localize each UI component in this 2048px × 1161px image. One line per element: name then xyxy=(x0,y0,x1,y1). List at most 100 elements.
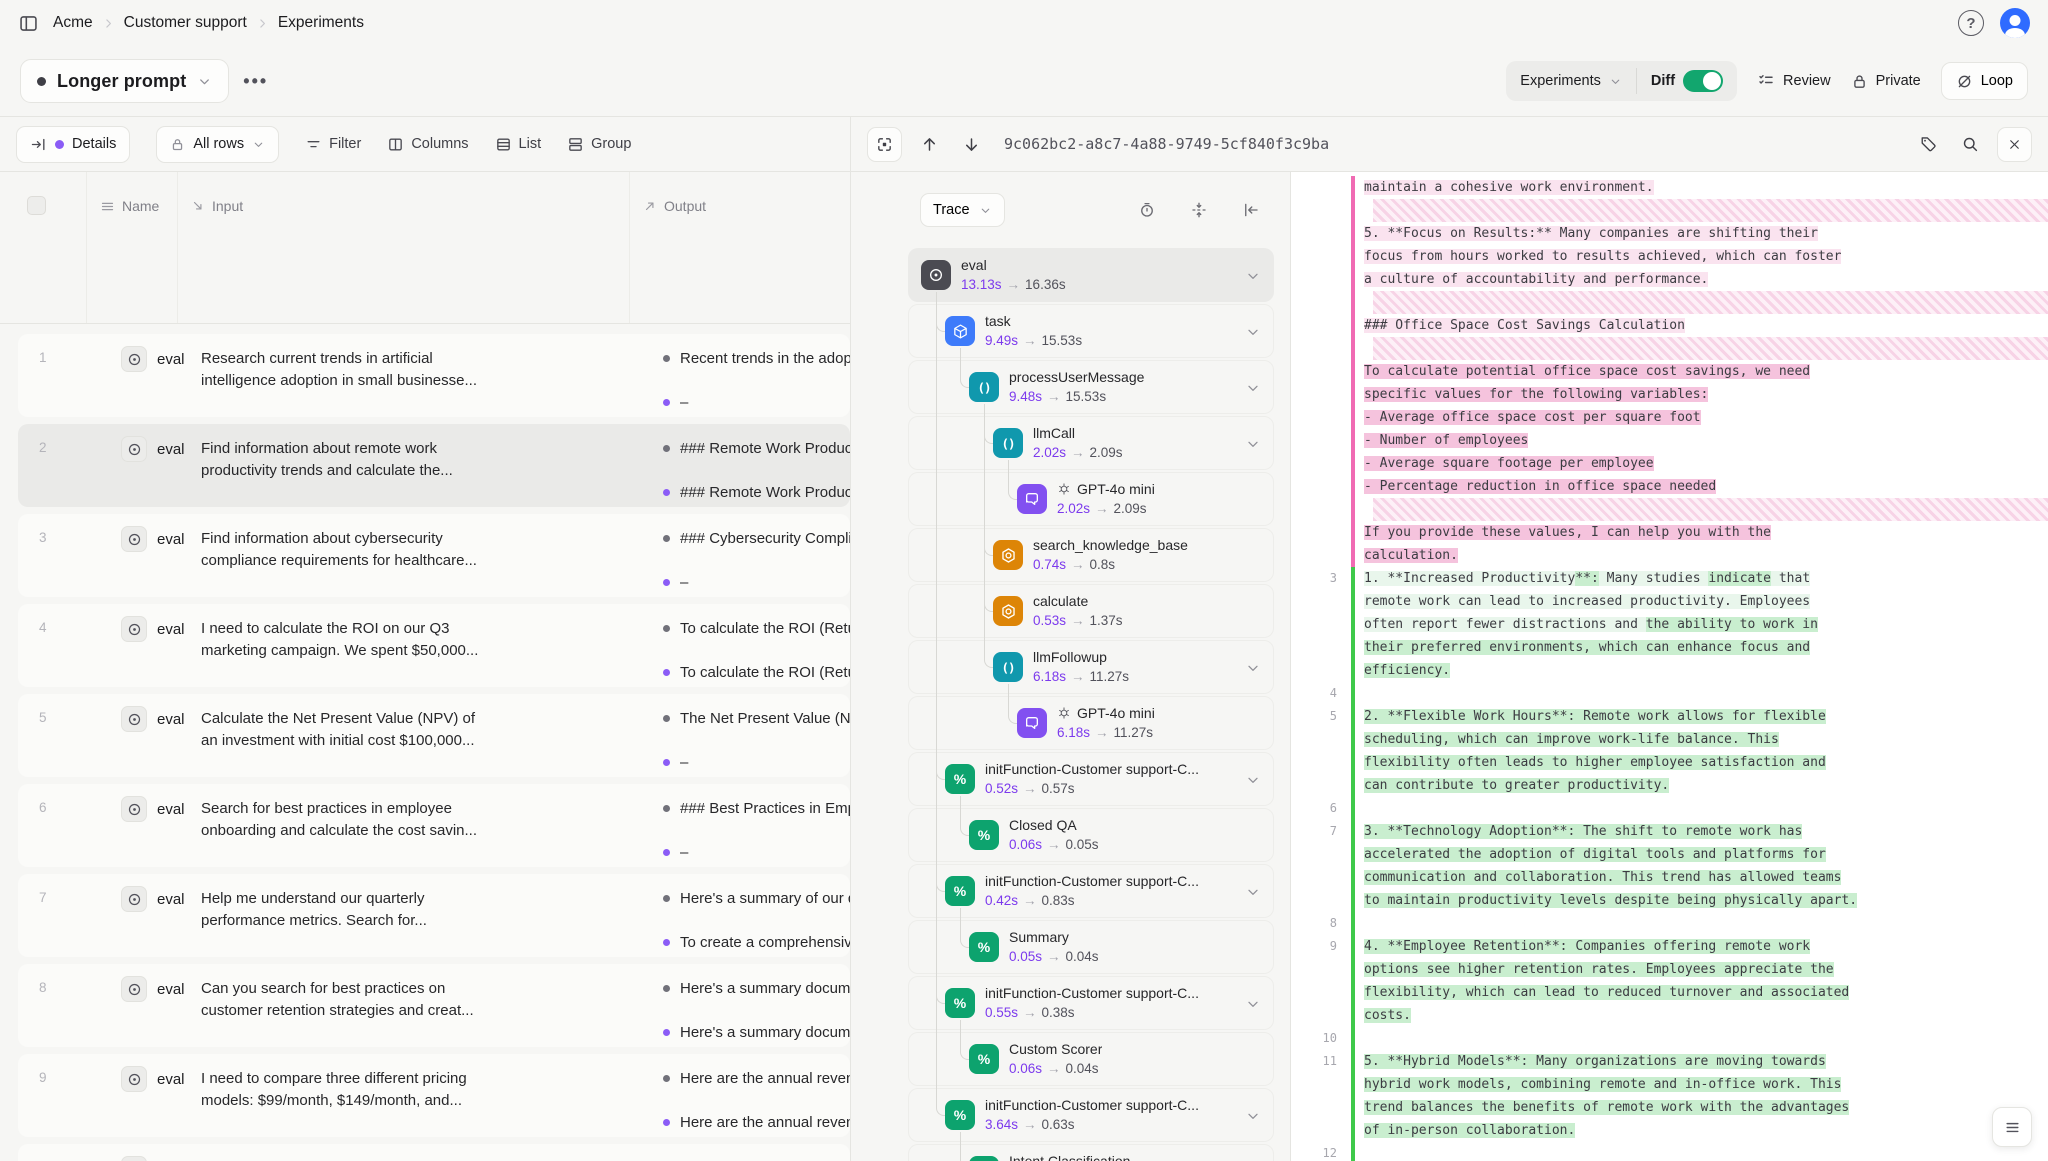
chevron-down-icon[interactable] xyxy=(1245,660,1261,676)
table-row[interactable]: 7evalHelp me understand our quarterly pe… xyxy=(18,874,850,957)
line-number xyxy=(1291,406,1351,429)
diff-text: their preferred environments, which can … xyxy=(1355,636,2048,659)
sidebar-toggle-icon[interactable] xyxy=(18,13,39,34)
table-row[interactable]: 9evalI need to compare three different p… xyxy=(18,1054,850,1137)
line-number xyxy=(1291,498,1351,521)
trace-span-gpt-4o-mini[interactable]: GPT-4o mini6.18s→11.27s xyxy=(908,696,1274,750)
list-button[interactable]: List xyxy=(495,136,542,153)
trace-span-processusermessage[interactable]: ()processUserMessage9.48s→15.53s xyxy=(908,360,1274,414)
eval-span-icon xyxy=(121,1156,147,1161)
span-name: llmFollowup xyxy=(1033,649,1107,665)
row-name: eval xyxy=(157,531,185,548)
trace-span-initfunction-customer-support-c-[interactable]: %initFunction-Customer support-C...3.64s… xyxy=(908,1088,1274,1142)
collapse-panel-left-icon[interactable] xyxy=(1236,195,1266,225)
chevron-down-icon[interactable] xyxy=(1245,268,1261,284)
collapse-all-icon[interactable] xyxy=(1184,195,1214,225)
search-button[interactable] xyxy=(1955,129,1985,159)
table-row[interactable]: 8evalCan you search for best practices o… xyxy=(18,964,850,1047)
chevron-down-icon[interactable] xyxy=(1245,996,1261,1012)
expand-button[interactable] xyxy=(867,127,902,162)
trace-span-closed-qa[interactable]: %Closed QA0.06s→0.05s xyxy=(908,808,1274,862)
group-button[interactable]: Group xyxy=(567,136,631,153)
more-actions-button[interactable]: ••• xyxy=(243,71,268,92)
breadcrumb-org[interactable]: Acme xyxy=(53,14,93,32)
trace-span-llmfollowup[interactable]: ()llmFollowup6.18s→11.27s xyxy=(908,640,1274,694)
diff-removed-line: focus from hours worked to results achie… xyxy=(1291,245,2048,268)
table-row[interactable]: 2evalFind information about remote work … xyxy=(18,424,850,507)
trace-span-custom-scorer[interactable]: %Custom Scorer0.06s→0.04s xyxy=(908,1032,1274,1086)
bullet-icon xyxy=(663,849,670,856)
diff-toggle[interactable] xyxy=(1683,70,1723,92)
output-line-2: – xyxy=(663,844,850,861)
chevron-down-icon[interactable] xyxy=(1245,772,1261,788)
span-duration: 0.06s→0.04s xyxy=(1009,1061,1099,1076)
column-header-input[interactable]: Input xyxy=(191,198,243,214)
columns-icon xyxy=(387,136,404,153)
trace-span-initfunction-customer-support-c-[interactable]: %initFunction-Customer support-C...0.42s… xyxy=(908,864,1274,918)
trace-span-summary[interactable]: %Summary0.05s→0.04s xyxy=(908,920,1274,974)
line-number xyxy=(1291,981,1351,1004)
trace-view-selector[interactable]: Trace xyxy=(920,193,1005,227)
trace-span-initfunction-customer-support-c-[interactable]: %initFunction-Customer support-C...0.52s… xyxy=(908,752,1274,806)
trace-span-task[interactable]: task9.49s→15.53s xyxy=(908,304,1274,358)
breadcrumb-project[interactable]: Customer support xyxy=(124,14,247,32)
diff-text xyxy=(1355,498,2048,521)
column-output-label: Output xyxy=(664,198,706,214)
review-button[interactable]: Review xyxy=(1757,72,1831,90)
row-number: 6 xyxy=(39,800,47,815)
table-row[interactable]: 3evalFind information about cybersecurit… xyxy=(18,514,850,597)
chevron-down-icon[interactable] xyxy=(1245,884,1261,900)
select-all-checkbox[interactable] xyxy=(27,196,46,215)
loop-button[interactable]: Loop xyxy=(1941,62,2028,100)
close-button[interactable] xyxy=(1997,127,2032,162)
row-number: 8 xyxy=(39,980,47,995)
trace-span-eval[interactable]: eval13.13s→16.36s xyxy=(908,248,1274,302)
filter-button[interactable]: Filter xyxy=(305,136,361,153)
table-row[interactable]: 5evalCalculate the Net Present Value (NP… xyxy=(18,694,850,777)
eval-span-icon xyxy=(121,616,147,642)
row-name-cell: eval xyxy=(121,1066,185,1092)
column-header-output[interactable]: Output xyxy=(643,198,706,214)
tag-button[interactable] xyxy=(1913,129,1943,159)
diff-added-line: 94. **Employee Retention**: Companies of… xyxy=(1291,935,2048,958)
chevron-down-icon[interactable] xyxy=(1245,1108,1261,1124)
chevron-down-icon[interactable] xyxy=(1245,436,1261,452)
next-row-button[interactable] xyxy=(956,129,986,159)
row-name: eval xyxy=(157,351,185,368)
chevron-down-icon[interactable] xyxy=(1245,380,1261,396)
timing-icon[interactable] xyxy=(1132,195,1162,225)
trace-span-search-knowledge-base[interactable]: search_knowledge_base0.74s→0.8s xyxy=(908,528,1274,582)
table-row[interactable]: 1evalResearch current trends in artifici… xyxy=(18,334,850,417)
help-button[interactable]: ? xyxy=(1958,10,1984,36)
trace-span-intent-classification[interactable]: %Intent Classification0.13s→0.08s xyxy=(908,1144,1274,1161)
table-row[interactable]: 6evalSearch for best practices in employ… xyxy=(18,784,850,867)
diff-removed-line: - Average square footage per employee xyxy=(1291,452,2048,475)
view-selector[interactable]: Experiments xyxy=(1506,61,1636,101)
chevron-down-icon[interactable] xyxy=(1245,324,1261,340)
lock-icon xyxy=(170,137,185,152)
details-button[interactable]: Details xyxy=(16,126,130,163)
trace-span-calculate[interactable]: calculate0.53s→1.37s xyxy=(908,584,1274,638)
table-row[interactable]: 10evalResearch industry standards for Sa… xyxy=(18,1144,850,1161)
trace-span-llmcall[interactable]: ()llmCall2.02s→2.09s xyxy=(908,416,1274,470)
output-line-1: To calculate the ROI (Retur xyxy=(663,620,850,637)
table-row[interactable]: 4evalI need to calculate the ROI on our … xyxy=(18,604,850,687)
score-span-icon: % xyxy=(969,1156,999,1161)
rows-filter-button[interactable]: All rows xyxy=(156,126,279,163)
experiment-selector[interactable]: Longer prompt xyxy=(20,59,229,103)
openai-logo-icon xyxy=(1057,706,1071,720)
diff-added-line: their preferred environments, which can … xyxy=(1291,636,2048,659)
bullet-icon xyxy=(663,489,670,496)
breadcrumb-section[interactable]: Experiments xyxy=(278,14,364,32)
columns-button[interactable]: Columns xyxy=(387,136,468,153)
column-header-name[interactable]: Name xyxy=(100,198,159,214)
private-button[interactable]: Private xyxy=(1851,73,1921,90)
trace-span-gpt-4o-mini[interactable]: GPT-4o mini2.02s→2.09s xyxy=(908,472,1274,526)
previous-row-button[interactable] xyxy=(914,129,944,159)
trace-span-initfunction-customer-support-c-[interactable]: %initFunction-Customer support-C...0.55s… xyxy=(908,976,1274,1030)
span-duration: 9.48s→15.53s xyxy=(1009,389,1106,404)
outline-toggle-button[interactable] xyxy=(1992,1107,2032,1147)
diff-text: of in-person collaboration. xyxy=(1355,1119,2048,1142)
row-output: ### Best Practices in Empl– xyxy=(663,800,850,861)
avatar[interactable] xyxy=(2000,8,2030,38)
